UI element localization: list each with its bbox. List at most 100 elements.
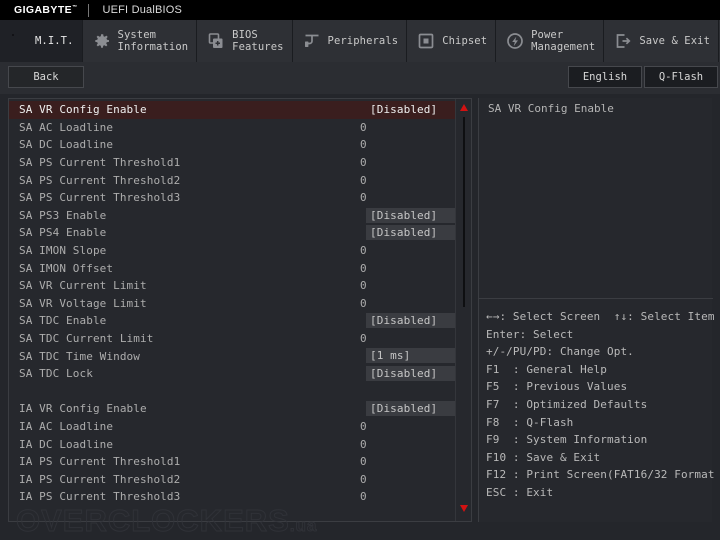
key-legend-line: F5 : Previous Values <box>486 378 714 396</box>
settings-row[interactable]: IA VR Config Enable[Disabled] <box>9 400 456 418</box>
tab-label: Save & Exit <box>639 35 710 48</box>
settings-list: SA VR Config Enable[Disabled]SA AC Loadl… <box>9 101 456 506</box>
setting-label: SA TDC Enable <box>19 314 106 327</box>
key-legend-line: F8 : Q-Flash <box>486 414 714 432</box>
tab-system-information[interactable]: System Information <box>83 20 198 62</box>
settings-row[interactable]: SA PS3 Enable[Disabled] <box>9 207 456 225</box>
setting-label: SA TDC Time Window <box>19 350 140 363</box>
setting-value[interactable]: 0 <box>360 121 367 134</box>
settings-row[interactable]: SA VR Voltage Limit 0 <box>9 295 456 313</box>
setting-value[interactable]: 0 <box>360 297 367 310</box>
tab-label: BIOS Features <box>232 29 283 54</box>
settings-row[interactable]: SA TDC Current Limit 0 <box>9 330 456 348</box>
settings-row[interactable]: SA IMON Offset 0 <box>9 259 456 277</box>
settings-row[interactable]: SA AC Loadline 0 <box>9 119 456 137</box>
settings-row[interactable]: SA VR Config Enable[Disabled] <box>9 101 456 119</box>
brand-bar: GIGABYTE™ UEFI DualBIOS <box>0 0 720 20</box>
scrollbar-thumb[interactable] <box>463 117 465 307</box>
setting-value[interactable]: 0 <box>360 262 367 275</box>
setting-value[interactable]: [Disabled] <box>366 102 470 117</box>
help-pane: SA VR Config Enable ←→: Select Screen ↑↓… <box>478 98 712 522</box>
help-title: SA VR Config Enable <box>488 102 614 115</box>
setting-label: SA PS Current Threshold3 <box>19 191 180 204</box>
settings-row[interactable]: IA AC Loadline0 <box>9 418 456 436</box>
key-legend-line: F1 : General Help <box>486 361 714 379</box>
gigabyte-logo: GIGABYTE™ <box>0 4 77 16</box>
setting-value[interactable]: 0 <box>360 138 367 151</box>
tab-label: M.I.T. <box>35 35 74 48</box>
setting-value[interactable]: 0 <box>360 420 367 433</box>
settings-row[interactable]: IA PS Current Threshold10 <box>9 453 456 471</box>
setting-value[interactable]: 0 <box>360 244 367 257</box>
tab-bios-features[interactable]: BIOS Features <box>197 20 292 62</box>
gear-icon <box>92 31 112 51</box>
settings-row[interactable]: SA TDC Enable[Disabled] <box>9 312 456 330</box>
tab-chipset[interactable]: Chipset <box>407 20 496 62</box>
setting-value[interactable]: 0 <box>360 156 367 169</box>
setting-label: SA AC Loadline <box>19 121 113 134</box>
setting-label: SA VR Config Enable <box>19 103 147 116</box>
key-legend: ←→: Select Screen ↑↓: Select ItemEnter: … <box>486 308 714 502</box>
tab-mit[interactable]: M.I.T. <box>0 20 83 62</box>
bolt-icon <box>505 31 525 51</box>
key-legend-line: F10 : Save & Exit <box>486 449 714 467</box>
settings-row[interactable]: SA PS4 Enable[Disabled] <box>9 224 456 242</box>
settings-row[interactable]: IA PS Current Threshold2 0 <box>9 470 456 488</box>
setting-label: IA PS Current Threshold3 <box>19 490 180 503</box>
plug-icon <box>302 31 322 51</box>
red-dot-icon <box>9 31 29 51</box>
back-button[interactable]: Back <box>8 66 84 88</box>
qflash-button[interactable]: Q-Flash <box>644 66 718 88</box>
language-button[interactable]: English <box>568 66 642 88</box>
key-legend-line: ←→: Select Screen ↑↓: Select Item <box>486 308 714 326</box>
settings-row[interactable]: SA TDC Time Window[1 ms] <box>9 347 456 365</box>
key-legend-line: F12 : Print Screen(FAT16/32 Format Only) <box>486 466 714 484</box>
setting-label: SA IMON Offset <box>19 262 113 275</box>
brand-divider <box>88 4 89 17</box>
setting-value[interactable]: 0 <box>360 490 367 503</box>
settings-row[interactable]: SA IMON Slope 0 <box>9 242 456 260</box>
tab-peripherals[interactable]: Peripherals <box>293 20 408 62</box>
setting-label: SA PS Current Threshold2 <box>19 174 180 187</box>
chipset-icon <box>416 31 436 51</box>
settings-row[interactable]: SA PS Current Threshold3 0 <box>9 189 456 207</box>
setting-label: IA PS Current Threshold2 <box>19 473 180 486</box>
settings-pane: SA VR Config Enable[Disabled]SA AC Loadl… <box>8 98 472 522</box>
key-legend-line: +/-/PU/PD: Change Opt. <box>486 343 714 361</box>
setting-value[interactable]: 0 <box>360 438 367 451</box>
settings-row[interactable]: IA DC Loadline0 <box>9 435 456 453</box>
settings-row[interactable]: SA TDC Lock[Disabled] <box>9 365 456 383</box>
key-legend-line: Enter: Select <box>486 326 714 344</box>
tab-label: Power Management <box>531 29 595 54</box>
settings-row[interactable]: SA PS Current Threshold2 0 <box>9 171 456 189</box>
trademark-symbol: ™ <box>72 5 77 11</box>
settings-row[interactable]: SA PS Current Threshold1 0 <box>9 154 456 172</box>
settings-row-spacer <box>9 383 456 401</box>
setting-label: SA PS Current Threshold1 <box>19 156 180 169</box>
key-legend-line: F9 : System Information <box>486 431 714 449</box>
tab-label: Chipset <box>442 35 487 48</box>
scroll-down-arrow-icon[interactable] <box>459 503 469 513</box>
tab-strip: M.I.T. System Information BIOS Features … <box>0 20 720 62</box>
setting-value[interactable]: 0 <box>360 279 367 292</box>
exit-icon <box>613 31 633 51</box>
setting-value[interactable]: 0 <box>360 455 367 468</box>
setting-value[interactable]: 0 <box>360 473 367 486</box>
setting-label: SA TDC Current Limit <box>19 332 153 345</box>
setting-value[interactable]: 0 <box>360 332 367 345</box>
settings-row[interactable]: SA DC Loadline 0 <box>9 136 456 154</box>
setting-label: SA VR Voltage Limit <box>19 297 147 310</box>
brand-subtitle: UEFI DualBIOS <box>102 4 182 16</box>
settings-row[interactable]: SA VR Current Limit 0 <box>9 277 456 295</box>
key-legend-line: F7 : Optimized Defaults <box>486 396 714 414</box>
key-legend-line: ESC : Exit <box>486 484 714 502</box>
tab-power-management[interactable]: Power Management <box>496 20 604 62</box>
setting-label: SA IMON Slope <box>19 244 106 257</box>
setting-value[interactable]: 0 <box>360 191 367 204</box>
setting-value[interactable]: 0 <box>360 174 367 187</box>
setting-label: SA VR Current Limit <box>19 279 147 292</box>
tab-save-and-exit[interactable]: Save & Exit <box>604 20 719 62</box>
setting-label: SA TDC Lock <box>19 367 93 380</box>
settings-scrollbar[interactable] <box>455 99 471 521</box>
setting-label: SA DC Loadline <box>19 138 113 151</box>
